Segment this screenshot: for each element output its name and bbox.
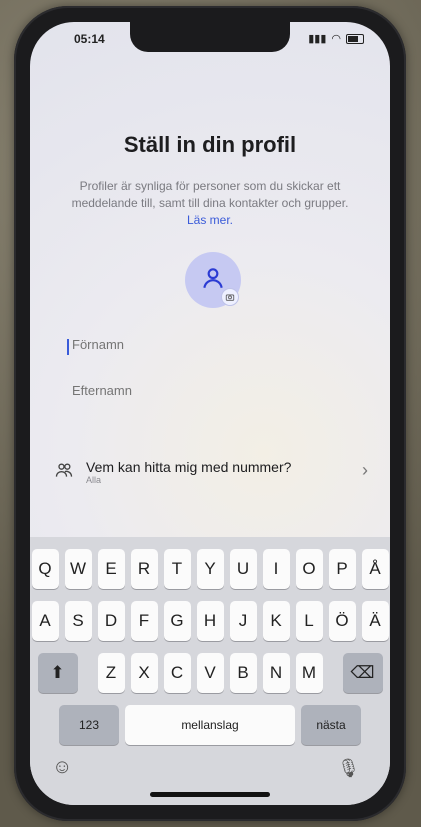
signal-icon: ▮▮▮ (308, 33, 327, 45)
key[interactable]: H (196, 601, 224, 641)
find-me-value: Alla (86, 475, 102, 485)
last-name-input[interactable] (70, 382, 374, 399)
key[interactable]: Q (31, 549, 59, 589)
key[interactable]: O (295, 549, 323, 589)
last-name-field[interactable] (70, 382, 374, 406)
key[interactable]: Ä (361, 601, 389, 641)
key[interactable]: N (262, 653, 290, 693)
wifi-icon: ◠ (331, 33, 341, 45)
notch (130, 22, 290, 52)
keyboard-row-3: ⬆ Z X C V B N M ⌫ (30, 653, 390, 693)
key[interactable]: G (163, 601, 191, 641)
phone-screen: 05:14 ▮▮▮ ◠ Ställ in din profil Profiler… (30, 22, 390, 805)
key[interactable]: K (262, 601, 290, 641)
key[interactable]: A (31, 601, 59, 641)
shift-key[interactable]: ⬆ (37, 653, 78, 693)
key[interactable]: Z (97, 653, 125, 693)
people-icon (54, 460, 74, 485)
key[interactable]: R (130, 549, 158, 589)
avatar-button[interactable] (185, 252, 241, 308)
chevron-right-icon: › (362, 460, 368, 480)
find-me-row[interactable]: Vem kan hitta mig med nummer? Alla › (54, 452, 374, 492)
backspace-key[interactable]: ⌫ (342, 653, 383, 693)
key[interactable]: D (97, 601, 125, 641)
key[interactable]: F (130, 601, 158, 641)
keyboard-row-2: A S D F G H J K L Ö Ä (30, 601, 390, 641)
key[interactable]: U (229, 549, 257, 589)
status-icons: ▮▮▮ ◠ (308, 32, 364, 45)
emoji-icon[interactable]: ☺ (52, 756, 72, 779)
backspace-icon: ⌫ (350, 663, 375, 682)
description: Profiler är synliga för personer som du … (70, 178, 350, 229)
first-name-input[interactable] (70, 336, 374, 353)
page-title: Ställ in din profil (123, 132, 297, 157)
learn-more-link[interactable]: Läs mer. (187, 213, 233, 227)
key[interactable]: V (196, 653, 224, 693)
description-text: Profiler är synliga för personer som du … (71, 179, 349, 210)
key[interactable]: L (295, 601, 323, 641)
keyboard: Q W E R T Y U I O P Å A S D F G H J K L … (30, 537, 390, 805)
first-name-field[interactable] (67, 336, 374, 360)
find-me-label: Vem kan hitta mig med nummer? (86, 459, 292, 475)
phone-frame: 05:14 ▮▮▮ ◠ Ställ in din profil Profiler… (14, 6, 406, 821)
key[interactable]: Å (361, 549, 389, 589)
text-caret (67, 339, 69, 355)
key[interactable]: P (328, 549, 356, 589)
key[interactable]: Ö (328, 601, 356, 641)
find-me-text: Vem kan hitta mig med nummer? Alla (86, 459, 291, 485)
home-indicator[interactable] (150, 792, 270, 797)
key[interactable]: E (97, 549, 125, 589)
key[interactable]: M (295, 653, 323, 693)
key[interactable]: S (64, 601, 92, 641)
shift-icon: ⬆ (50, 663, 65, 682)
key[interactable]: B (229, 653, 257, 693)
key[interactable]: I (262, 549, 290, 589)
key[interactable]: J (229, 601, 257, 641)
key[interactable]: C (163, 653, 191, 693)
mic-icon[interactable]: 🎙 (337, 758, 360, 779)
key[interactable]: Y (196, 549, 224, 589)
key[interactable]: T (163, 549, 191, 589)
battery-icon (346, 33, 364, 44)
keyboard-bottom-bar: ☺ 🎙 (30, 735, 390, 805)
camera-icon (221, 288, 239, 306)
key[interactable]: X (130, 653, 158, 693)
key[interactable]: W (64, 549, 92, 589)
status-time: 05:14 (74, 32, 105, 46)
keyboard-row-1: Q W E R T Y U I O P Å (30, 549, 390, 589)
